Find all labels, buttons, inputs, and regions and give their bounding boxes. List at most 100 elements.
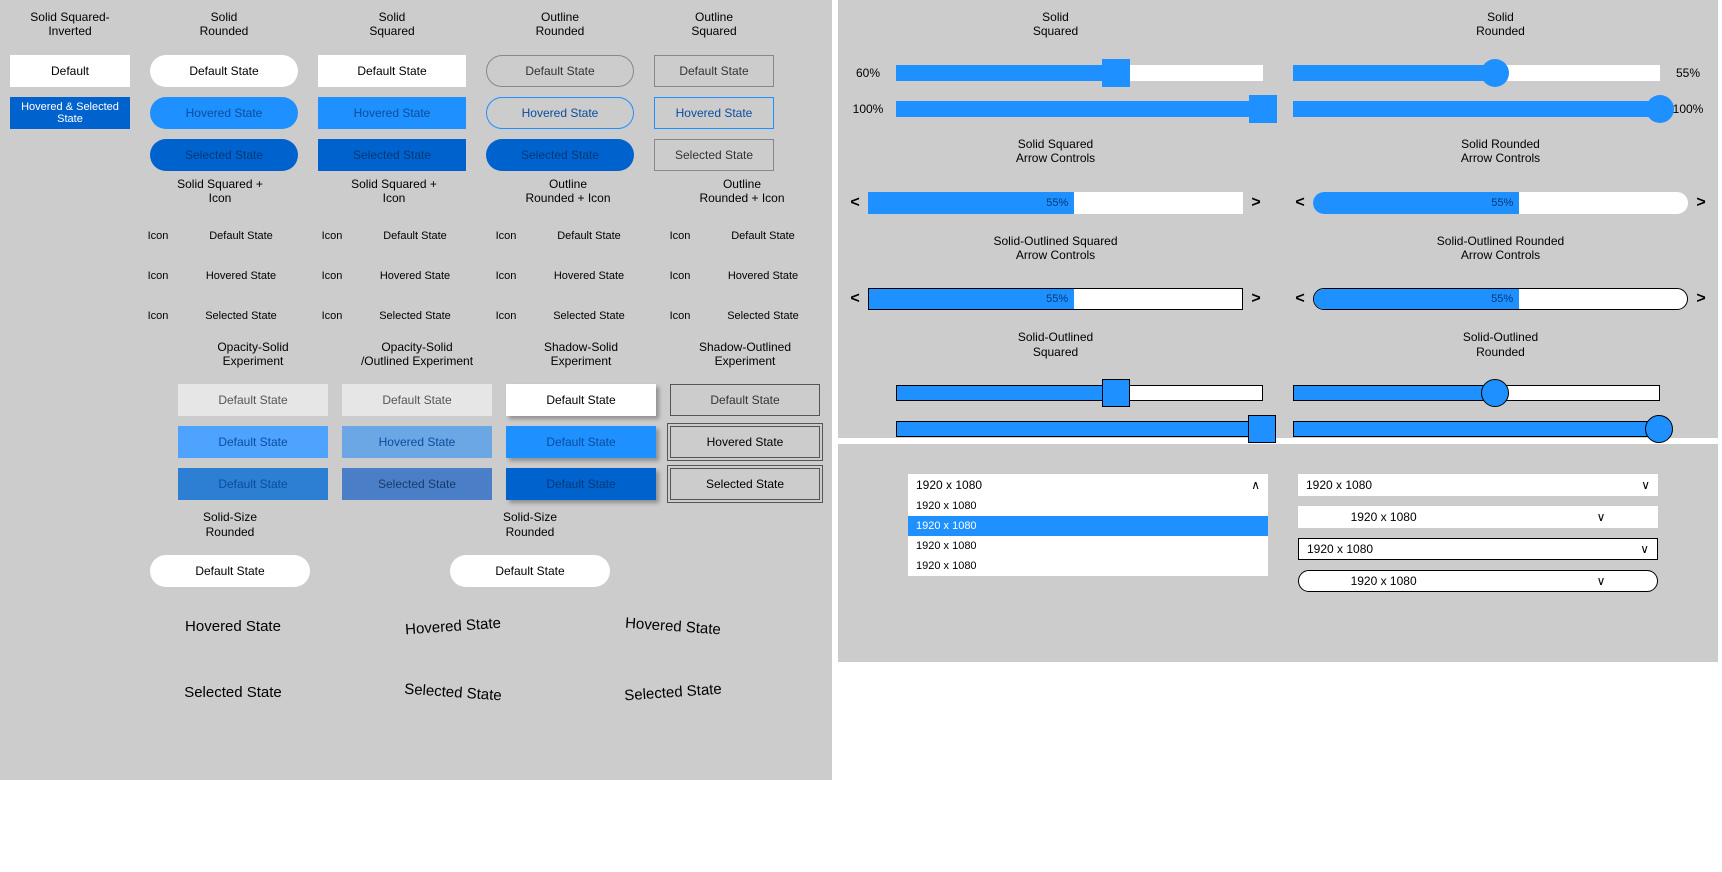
slider-thumb[interactable] (1645, 415, 1673, 443)
shadow-button[interactable]: Default State (506, 468, 656, 500)
default-button[interactable]: Default State (318, 55, 466, 87)
slider[interactable] (896, 65, 1263, 81)
selected-button[interactable]: Selected State (704, 300, 822, 332)
icon-slot: Icon (314, 260, 350, 292)
default-button[interactable]: Default State (182, 220, 300, 252)
default-button[interactable]: Default State (530, 220, 648, 252)
arrow-right[interactable]: > (1694, 194, 1708, 212)
slider-thumb[interactable] (1102, 59, 1130, 87)
col-title: Opacity-Solid Experiment (217, 340, 288, 369)
hovered-button[interactable]: Hovered State (654, 97, 774, 129)
slider[interactable] (896, 101, 1263, 117)
slider-title: Solid Rounded (1476, 10, 1525, 39)
size-hovered-button[interactable]: Hovered State (566, 592, 779, 661)
hovered-button[interactable]: Hovered State (704, 260, 822, 292)
dropdown-option[interactable]: 1920 x 1080 (908, 496, 1268, 516)
default-button[interactable]: Default State (356, 220, 474, 252)
slider[interactable]: 55% (868, 288, 1243, 310)
arrow-left[interactable]: < (1293, 194, 1307, 212)
col-title: Outline Rounded + Icon (525, 177, 610, 206)
default-button[interactable]: Default (10, 55, 130, 87)
default-button[interactable]: Default State (654, 55, 774, 87)
dropdown[interactable]: 1920 x 1080 ∨ (1298, 474, 1658, 496)
size-default-button[interactable]: Default State (450, 555, 610, 587)
dropdown[interactable]: 1920 x 1080 ∨ (1298, 506, 1658, 528)
selected-button[interactable]: Selected State (182, 300, 300, 332)
selected-button[interactable]: Selected State (150, 139, 298, 171)
slider-thumb[interactable] (1646, 95, 1674, 123)
arrow-left[interactable]: < (1293, 290, 1307, 308)
slider-title: Solid-Outlined Rounded (1463, 330, 1538, 359)
hovered-selected-button[interactable]: Hovered & Selected State (10, 97, 130, 129)
slider-thumb[interactable] (1249, 95, 1277, 123)
slider[interactable]: 55% (1313, 288, 1688, 310)
dropdown-option[interactable]: 1920 x 1080 (908, 556, 1268, 576)
slider-thumb[interactable] (1481, 379, 1509, 407)
size-hovered-button[interactable]: Hovered State (346, 592, 559, 661)
selected-button[interactable]: Selected State (530, 300, 648, 332)
slider[interactable] (1293, 65, 1660, 81)
hovered-button[interactable]: Hovered State (356, 260, 474, 292)
col-title: Solid Squared + Icon (177, 177, 263, 206)
dropdown[interactable]: 1920 x 1080 ∨ (1298, 538, 1658, 560)
hovered-button[interactable]: Hovered State (486, 97, 634, 129)
arrow-left[interactable]: < (848, 194, 862, 212)
slider[interactable] (1293, 101, 1660, 117)
selected-button[interactable]: Selected State (318, 139, 466, 171)
default-button[interactable]: Default State (486, 55, 634, 87)
hovered-button[interactable]: Hovered State (318, 97, 466, 129)
opacity-button[interactable]: Default State (178, 468, 328, 500)
shadow-outline-button[interactable]: Default State (670, 384, 820, 416)
icon-slot: Icon (314, 220, 350, 252)
selected-button[interactable]: Selected State (654, 139, 774, 171)
dropdown-option[interactable]: 1920 x 1080 (908, 536, 1268, 556)
default-button[interactable]: Default State (150, 55, 298, 87)
slider[interactable] (896, 421, 1263, 437)
icon-slot: Icon (662, 220, 698, 252)
selected-button[interactable]: Selected State (356, 300, 474, 332)
hovered-button[interactable]: Hovered State (530, 260, 648, 292)
arrow-right[interactable]: > (1249, 194, 1263, 212)
slider[interactable]: 55% (1313, 192, 1688, 214)
opacity-selected-button[interactable]: Selected State (342, 468, 492, 500)
opacity-hovered-button[interactable]: Hovered State (342, 426, 492, 458)
slider-thumb[interactable] (1248, 415, 1276, 443)
slider[interactable] (1293, 421, 1660, 437)
icon-slot: Icon (140, 300, 176, 332)
size-hovered-button[interactable]: Hovered State (128, 599, 338, 653)
opacity-default-button[interactable]: Default State (342, 384, 492, 416)
slider-thumb[interactable] (1481, 59, 1509, 87)
dropdown-open[interactable]: 1920 x 1080 ∧ (908, 474, 1268, 496)
opacity-button[interactable]: Default State (178, 426, 328, 458)
size-selected-button[interactable]: Selected State (346, 658, 559, 727)
selected-button[interactable]: Selected State (486, 139, 634, 171)
caret-down-icon: ∨ (1641, 478, 1650, 492)
shadow-outline-selected[interactable]: Selected State (670, 468, 820, 500)
shadow-outline-hovered[interactable]: Hovered State (670, 426, 820, 458)
dropdown[interactable]: 1920 x 1080 ∨ (1298, 570, 1658, 592)
hovered-button[interactable]: Hovered State (182, 260, 300, 292)
col-title: Solid Rounded (200, 10, 249, 39)
shadow-button[interactable]: Default State (506, 384, 656, 416)
dropdown-option-selected[interactable]: 1920 x 1080 (908, 516, 1268, 536)
slider-thumb[interactable] (1102, 379, 1130, 407)
slider-value: 55% (1668, 66, 1708, 80)
col-title: Solid-Size Rounded (203, 510, 257, 539)
default-button[interactable]: Default State (704, 220, 822, 252)
arrow-left[interactable]: < (848, 290, 862, 308)
dropdown-value: 1920 x 1080 (916, 478, 982, 492)
shadow-button[interactable]: Default State (506, 426, 656, 458)
hovered-button[interactable]: Hovered State (150, 97, 298, 129)
size-selected-button[interactable]: Selected State (566, 658, 779, 727)
size-default-button[interactable]: Default State (150, 555, 310, 587)
arrow-right[interactable]: > (1249, 290, 1263, 308)
opacity-button[interactable]: Default State (178, 384, 328, 416)
size-selected-button[interactable]: Selected State (128, 665, 338, 719)
slider[interactable] (896, 385, 1263, 401)
slider[interactable] (1293, 385, 1660, 401)
arrow-right[interactable]: > (1694, 290, 1708, 308)
icon-slot: Icon (314, 300, 350, 332)
caret-down-icon: ∨ (1640, 542, 1649, 556)
icon-slot: Icon (662, 260, 698, 292)
slider[interactable]: 55% (868, 192, 1243, 214)
